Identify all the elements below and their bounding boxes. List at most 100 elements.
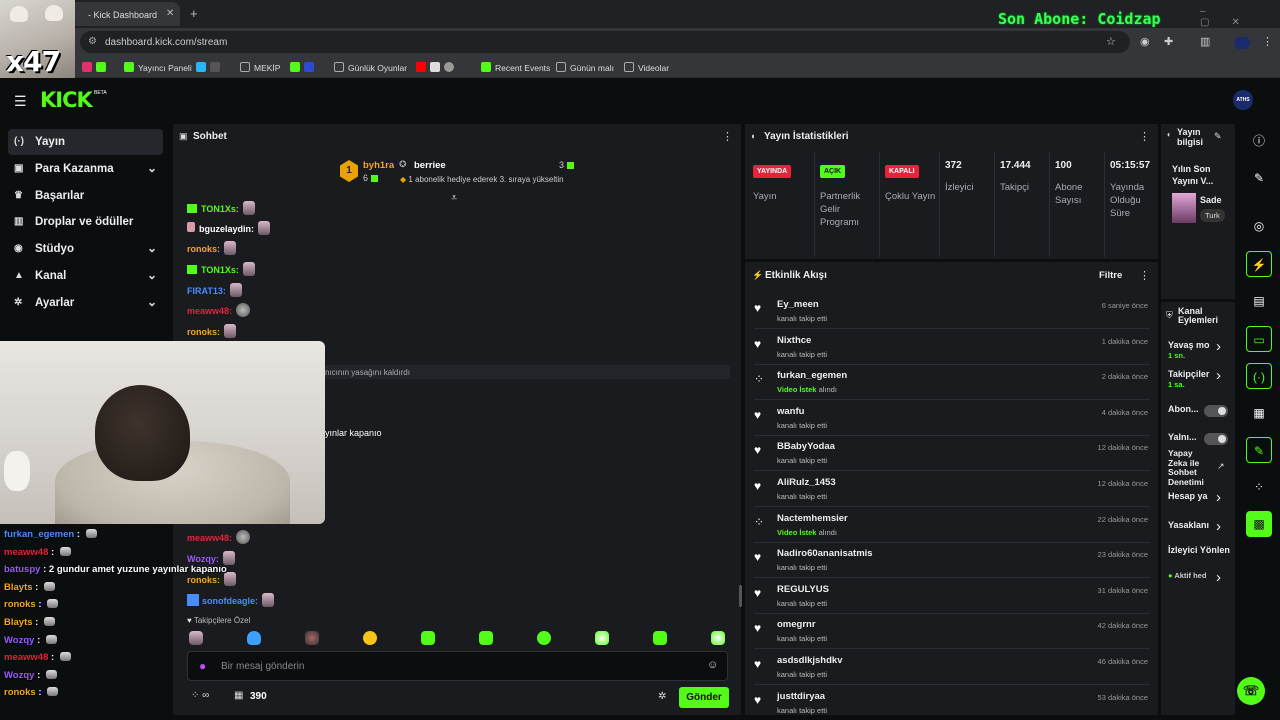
dots-cluster-icon[interactable]: ⁘ xyxy=(1246,474,1272,500)
bookmark-gunluk-oyunlar[interactable]: Günlük Oyunlar xyxy=(334,62,407,73)
chat-username[interactable]: ronoks: xyxy=(187,327,220,337)
toggle-switch[interactable] xyxy=(1204,405,1228,417)
emote-item[interactable] xyxy=(595,631,609,645)
clapper-icon[interactable]: ▩ xyxy=(1246,511,1272,537)
pencil-icon[interactable]: ✎ xyxy=(1246,165,1272,191)
activity-username[interactable]: Ey_meen xyxy=(777,299,819,310)
chat-username[interactable]: ronoks: xyxy=(187,244,220,254)
chat-username[interactable]: meaww48: xyxy=(187,306,232,316)
emote-item[interactable] xyxy=(189,631,203,645)
channel-action-item[interactable]: Yapay Zeka ile Sohbet Denetimi xyxy=(1168,448,1208,487)
wrench-icon[interactable]: ✎ xyxy=(1246,437,1272,463)
chat-bubble-icon[interactable]: ▭ xyxy=(1246,326,1272,352)
site-info-icon[interactable]: ⚙ xyxy=(88,36,97,47)
emoji-icon[interactable]: ☺ xyxy=(707,659,718,671)
chat-menu-icon[interactable]: ⋮ xyxy=(722,130,733,143)
puzzle-icon[interactable]: ✚ xyxy=(1164,35,1173,48)
channel-action-item[interactable]: Hesap ya xyxy=(1168,491,1208,501)
new-tab-icon[interactable]: + xyxy=(190,6,198,21)
menu-dots-icon[interactable]: ⋮ xyxy=(1262,35,1273,48)
sidebar-item-para-kazanma[interactable]: ▣ Para Kazanma ⌄ xyxy=(8,156,163,182)
profile-icon[interactable] xyxy=(1234,37,1250,49)
chat-username[interactable]: bguzelaydin: xyxy=(199,224,254,234)
extension-icon[interactable]: ◉ xyxy=(1140,35,1150,48)
sidepanel-icon[interactable]: ▥ xyxy=(1200,35,1210,48)
category-name[interactable]: Sade xyxy=(1200,195,1222,205)
sidebar-item-yayın[interactable]: (·) Yayın xyxy=(8,129,163,155)
chevron-right-icon[interactable]: › xyxy=(1216,367,1221,384)
emote-item[interactable] xyxy=(305,631,319,645)
sidebar-item-kanal[interactable]: ▲ Kanal ⌄ xyxy=(8,263,163,289)
chat-scrollbar[interactable] xyxy=(739,585,742,607)
chat-username[interactable]: ronoks: xyxy=(187,575,220,585)
chat-message-input[interactable]: Bir mesaj gönderin xyxy=(187,651,728,681)
stream-tag[interactable]: Turk xyxy=(1200,209,1225,222)
sidebar-item-başarılar[interactable]: ♛ Başarılar xyxy=(8,183,163,209)
document-icon[interactable]: ▤ xyxy=(1246,288,1272,314)
hamburger-menu-icon[interactable]: ☰ xyxy=(14,93,27,110)
chat-username[interactable]: TON1Xs: xyxy=(201,204,239,214)
send-button[interactable]: Gönder xyxy=(679,687,729,708)
emote-item[interactable] xyxy=(247,631,261,645)
url-field[interactable]: dashboard.kick.com/stream xyxy=(80,31,1130,53)
activity-username[interactable]: Nadiro60ananisatmis xyxy=(777,548,873,559)
toggle-switch[interactable] xyxy=(1204,433,1228,445)
microphone-icon[interactable]: ● xyxy=(199,659,206,673)
help-support-icon[interactable]: ☏ xyxy=(1237,677,1265,705)
channel-action-item[interactable]: Takipçiler xyxy=(1168,369,1209,379)
emote-item[interactable] xyxy=(363,631,377,645)
bookmark-star-icon[interactable]: ☆ xyxy=(1106,35,1116,48)
bookmark-icons-row-2[interactable] xyxy=(290,62,318,73)
user-avatar[interactable]: ATHS xyxy=(1233,90,1253,110)
emote-item[interactable] xyxy=(711,631,725,645)
bookmark-yayinci-paneli[interactable]: Yayıncı Paneli xyxy=(124,62,192,73)
emote-item[interactable] xyxy=(421,631,435,645)
leaderboard-user-1[interactable]: byh1ra xyxy=(363,160,394,171)
collapse-icon[interactable]: ⩡ xyxy=(451,192,457,205)
channel-action-item[interactable]: Yalnı... xyxy=(1168,432,1197,442)
activity-username[interactable]: BBabyYodaa xyxy=(777,441,835,452)
emote-item[interactable] xyxy=(653,631,667,645)
channel-action-item[interactable]: ● Aktif hed xyxy=(1168,571,1206,580)
emote-item[interactable] xyxy=(479,631,493,645)
channel-action-item[interactable]: İzleyici Yönlen xyxy=(1168,545,1230,555)
activity-username[interactable]: Nactemhemsier xyxy=(777,513,848,524)
channel-action-item[interactable]: Abon... xyxy=(1168,404,1199,414)
sidebar-item-droplar-ve-ödüller[interactable]: ▥ Droplar ve ödüller xyxy=(8,209,163,235)
chat-username[interactable]: FIRAT13: xyxy=(187,286,226,296)
tab-close-icon[interactable]: ✕ xyxy=(166,8,174,19)
chevron-right-icon[interactable]: › xyxy=(1216,518,1221,535)
chat-username[interactable]: Wozqy: xyxy=(187,554,219,564)
activity-username[interactable]: Nixthce xyxy=(777,335,811,346)
lightning-icon[interactable]: ⚡ xyxy=(1246,251,1272,277)
activity-username[interactable]: furkan_egemen xyxy=(777,370,847,381)
external-link-icon[interactable]: ↗ xyxy=(1217,461,1225,472)
channel-action-item[interactable]: Yasaklanı xyxy=(1168,520,1209,530)
category-thumbnail[interactable] xyxy=(1172,193,1196,223)
activity-menu-icon[interactable]: ⋮ xyxy=(1139,269,1150,282)
kick-logo[interactable]: KICK xyxy=(40,88,93,112)
chevron-right-icon[interactable]: › xyxy=(1216,489,1221,506)
stats-menu-icon[interactable]: ⋮ xyxy=(1139,130,1150,143)
bookmark-recent-events[interactable]: Recent Events xyxy=(481,62,550,73)
bookmark-extra-icons[interactable] xyxy=(196,62,224,73)
activity-username[interactable]: omegrnr xyxy=(777,619,816,630)
filter-button[interactable]: Filtre xyxy=(1099,270,1122,281)
emote-item[interactable] xyxy=(537,631,551,645)
channel-points-icon[interactable]: ⁘ ∞ xyxy=(191,690,209,701)
sidebar-item-stüdyo[interactable]: ◉ Stüdyo ⌄ xyxy=(8,236,163,262)
chat-username[interactable]: meaww48: xyxy=(187,533,232,543)
activity-username[interactable]: justtdiryaa xyxy=(777,691,825,702)
sidebar-item-ayarlar[interactable]: ✲ Ayarlar ⌄ xyxy=(8,290,163,316)
chevron-right-icon[interactable]: › xyxy=(1216,569,1221,586)
chat-settings-icon[interactable]: ✲ xyxy=(658,691,666,702)
activity-username[interactable]: REGULYUS xyxy=(777,584,829,595)
bookmark-icons-row[interactable] xyxy=(82,62,110,73)
bookmark-icons-row-3[interactable] xyxy=(416,62,458,73)
window-controls[interactable]: –▢✕ xyxy=(1200,6,1280,28)
broadcast-icon[interactable]: (·) xyxy=(1246,363,1272,389)
chevron-right-icon[interactable]: › xyxy=(1216,338,1221,355)
activity-username[interactable]: wanfu xyxy=(777,406,804,417)
chat-username[interactable]: TON1Xs: xyxy=(201,265,239,275)
bookmark-gunun-mali[interactable]: Günün malı xyxy=(556,62,614,73)
